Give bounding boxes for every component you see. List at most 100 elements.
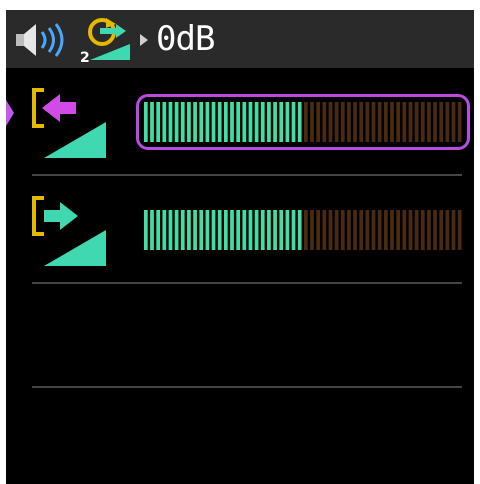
meter-segment-active	[193, 102, 197, 142]
meter-segment-inactive	[353, 210, 357, 250]
input-row[interactable]	[6, 70, 474, 178]
meter-segment-active	[187, 102, 191, 142]
meter-segment-inactive	[445, 102, 450, 142]
meter-segment-inactive	[359, 210, 364, 250]
meter-segment-active	[267, 210, 271, 250]
selection-marker-icon	[6, 99, 14, 127]
meter-segment-inactive	[390, 210, 394, 250]
meter-segment-inactive	[420, 210, 425, 250]
row-divider	[32, 386, 462, 388]
mode-badge: 2	[80, 50, 90, 64]
meter-segment-active	[242, 210, 247, 250]
meter-segment-inactive	[316, 210, 320, 250]
meter-segment-inactive	[445, 210, 450, 250]
meter-segment-inactive	[359, 102, 364, 142]
meter-segment-active	[285, 210, 290, 250]
meter-segment-inactive	[439, 102, 444, 142]
meter-segment-active	[285, 102, 290, 142]
meter-segment-inactive	[427, 210, 431, 250]
meter-segment-active	[297, 210, 302, 250]
meter-segment-inactive	[457, 210, 462, 250]
speaker-volume-icon[interactable]	[14, 22, 68, 58]
meter-segment-active	[174, 102, 179, 142]
meter-segment-inactive	[396, 102, 400, 142]
meter-segment-active	[156, 210, 160, 250]
meter-segment-active	[236, 210, 240, 250]
meter-segment-active	[174, 210, 179, 250]
meter-segment-inactive	[328, 210, 333, 250]
meter-segment-active	[217, 210, 222, 250]
meter-segment-inactive	[451, 210, 456, 250]
meter-segment-inactive	[328, 102, 333, 142]
meter-segment-active	[168, 210, 173, 250]
meter-segment-inactive	[316, 102, 320, 142]
meter-segment-active	[156, 102, 160, 142]
meter-segment-active	[199, 210, 204, 250]
input-arrow-icon	[32, 88, 106, 158]
meter-segment-active	[297, 102, 302, 142]
meter-segment-active	[180, 210, 185, 250]
meter-segment-inactive	[384, 210, 388, 250]
meter-segment-inactive	[340, 102, 345, 142]
meter-segment-inactive	[353, 102, 357, 142]
meter-segment-active	[205, 102, 210, 142]
meter-segment-active	[150, 102, 154, 142]
meter-segment-active	[150, 210, 154, 250]
meter-segment-active	[260, 210, 265, 250]
meter-segment-active	[267, 102, 271, 142]
output-arrow-icon	[32, 196, 106, 266]
meter-segment-active	[211, 102, 216, 142]
meter-segment-inactive	[377, 210, 382, 250]
meter-segment-active	[260, 102, 265, 142]
meter-segment-active	[248, 210, 253, 250]
meter-segment-active	[273, 210, 277, 250]
meter-segment-active	[199, 102, 204, 142]
output-row[interactable]	[6, 178, 474, 286]
meter-segment-active	[144, 102, 148, 142]
meter-segment-inactive	[402, 210, 407, 250]
meter-segment-active	[248, 102, 253, 142]
meter-segment-active	[236, 102, 240, 142]
gain-value: 0dB	[156, 19, 215, 59]
meter-segment-inactive	[365, 102, 370, 142]
meter-segment-inactive	[384, 102, 388, 142]
meter-segment-inactive	[334, 102, 339, 142]
meter-segment-active	[162, 102, 167, 142]
meter-segment-active	[279, 102, 284, 142]
meter-segment-inactive	[347, 102, 351, 142]
meter-segment-inactive	[408, 210, 413, 250]
meter-segment-active	[205, 210, 210, 250]
meter-segment-inactive	[334, 210, 339, 250]
meter-segment-active	[291, 102, 296, 142]
meter-segment-active	[144, 210, 148, 250]
row-divider	[32, 174, 462, 176]
meter-segment-active	[291, 210, 296, 250]
meter-segment-inactive	[402, 102, 407, 142]
meter-segment-inactive	[420, 102, 425, 142]
meter-segment-inactive	[439, 210, 444, 250]
meter-segment-active	[211, 210, 216, 250]
meter-segment-inactive	[451, 102, 456, 142]
meter-segment-inactive	[304, 210, 308, 250]
meter-segment-active	[187, 210, 191, 250]
meter-segment-inactive	[433, 102, 437, 142]
meter-segment-inactive	[340, 210, 345, 250]
meter-segment-active	[254, 102, 259, 142]
meter-segment-active	[279, 210, 284, 250]
meter-segment-inactive	[304, 102, 308, 142]
cycle-mode-icon[interactable]: 2	[76, 16, 132, 64]
meter-segment-inactive	[414, 210, 419, 250]
meter-segment-inactive	[371, 210, 376, 250]
meter-segment-active	[168, 102, 173, 142]
meter-segment-inactive	[322, 210, 327, 250]
meter-segment-active	[180, 102, 185, 142]
meter-segment-inactive	[377, 102, 382, 142]
meter-segment-active	[162, 210, 167, 250]
meter-segment-inactive	[347, 210, 351, 250]
meter-segment-active	[242, 102, 247, 142]
meter-segment-active	[230, 210, 234, 250]
meter-segment-inactive	[390, 102, 394, 142]
output-level-meter[interactable]	[144, 210, 464, 250]
meter-segment-inactive	[371, 102, 376, 142]
input-level-meter[interactable]	[144, 102, 464, 142]
